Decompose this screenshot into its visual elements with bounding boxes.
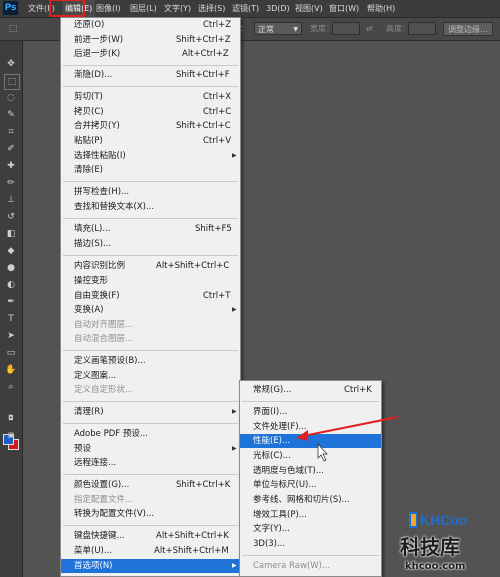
watermark-title: 科技库 [400,535,460,559]
khcoo-logo-text: KHCoo [420,512,467,528]
cropped-subtitle-overlay [110,564,400,577]
khcoo-logo: KHCoo [409,512,467,528]
annotation-arrow [296,416,399,462]
annotation-arrow-line [302,416,399,437]
annotation-arrow-head [296,430,308,441]
watermark-url: khcoo.com [405,561,466,572]
mouse-cursor-icon [317,443,328,462]
